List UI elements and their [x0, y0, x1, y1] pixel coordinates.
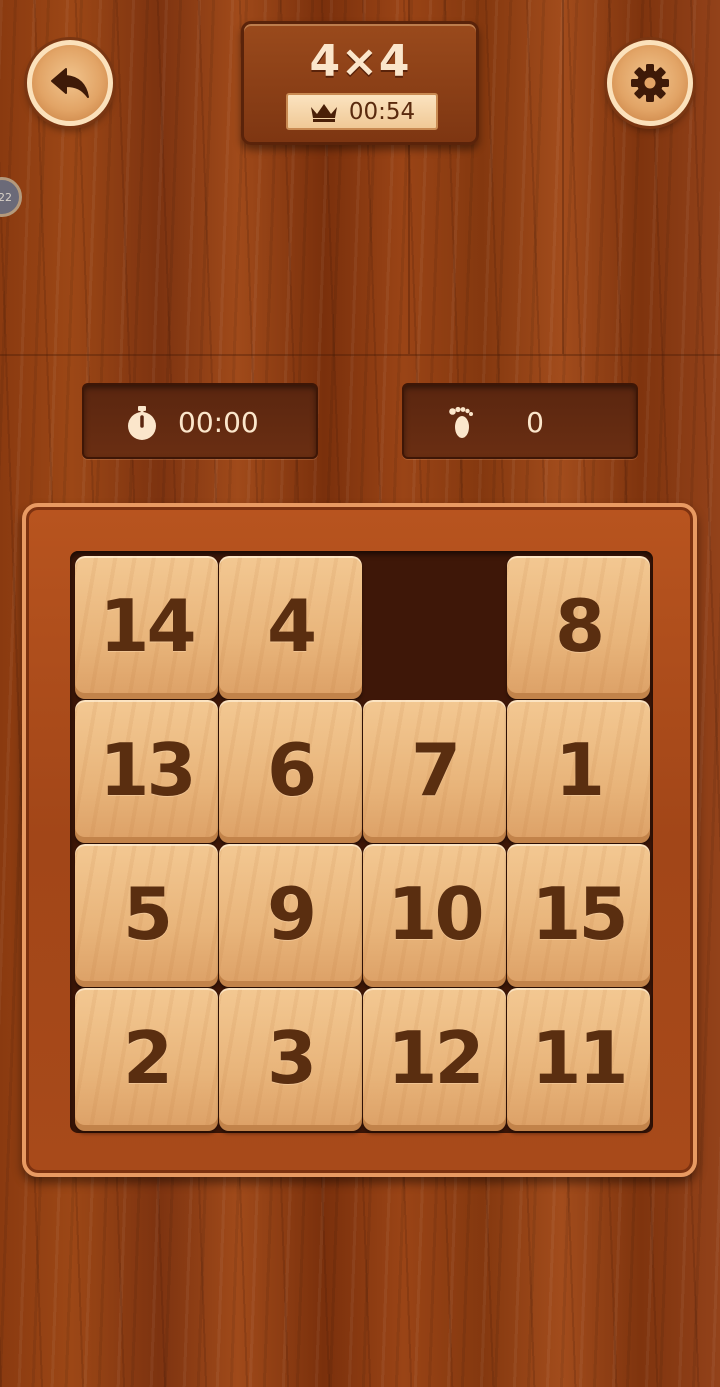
tile[interactable]: 7	[363, 700, 506, 843]
crown-icon	[310, 103, 337, 122]
wood-seam	[0, 354, 720, 356]
timer-value: 00:00	[178, 406, 259, 439]
tile-number: 11	[531, 1015, 628, 1100]
tile[interactable]: 13	[75, 700, 218, 843]
empty-slot	[363, 556, 506, 699]
level-title: 4×4	[309, 36, 411, 87]
moves-panel: 0	[402, 383, 638, 459]
tile[interactable]: 3	[219, 988, 362, 1131]
best-time-box: 00:54	[286, 93, 438, 130]
tile-number: 6	[266, 727, 317, 812]
moves-value: 0	[526, 406, 544, 439]
back-button[interactable]	[27, 40, 113, 126]
tile-number: 4	[266, 583, 317, 668]
board-grid: 14 4 8 13 6 7 1 5 9 10 15 2 3 12 11	[70, 551, 653, 1133]
tile[interactable]: 9	[219, 844, 362, 987]
gear-icon	[631, 64, 669, 102]
tile[interactable]: 6	[219, 700, 362, 843]
tile[interactable]: 8	[507, 556, 650, 699]
tile-number: 1	[554, 727, 605, 812]
tile[interactable]: 10	[363, 844, 506, 987]
tile-number: 13	[99, 727, 196, 812]
timer-panel: 00:00	[82, 383, 318, 459]
side-badge-text: 22	[0, 190, 12, 204]
tile[interactable]: 2	[75, 988, 218, 1131]
best-time: 00:54	[348, 98, 416, 125]
tile-number: 8	[554, 583, 605, 668]
tile-number: 2	[122, 1015, 173, 1100]
tile[interactable]: 15	[507, 844, 650, 987]
level-header: 4×4 00:54	[241, 21, 479, 145]
tile[interactable]: 5	[75, 844, 218, 987]
tile[interactable]: 12	[363, 988, 506, 1131]
tile-number: 12	[387, 1015, 484, 1100]
tile[interactable]: 14	[75, 556, 218, 699]
tile[interactable]: 4	[219, 556, 362, 699]
tile-number: 10	[387, 871, 484, 956]
tile[interactable]: 11	[507, 988, 650, 1131]
puzzle-board: 14 4 8 13 6 7 1 5 9 10 15 2 3 12 11	[22, 503, 697, 1177]
tile-number: 14	[99, 583, 196, 668]
tile-number: 9	[266, 871, 317, 956]
tile-number: 15	[531, 871, 628, 956]
tile-number: 3	[266, 1015, 317, 1100]
tile-number: 5	[122, 871, 173, 956]
tile[interactable]: 1	[507, 700, 650, 843]
wood-seam	[562, 0, 564, 354]
back-arrow-icon	[51, 68, 89, 98]
side-badge[interactable]: 22	[0, 177, 22, 217]
settings-button[interactable]	[607, 40, 693, 126]
stopwatch-icon	[128, 406, 156, 440]
tile-number: 7	[410, 727, 461, 812]
